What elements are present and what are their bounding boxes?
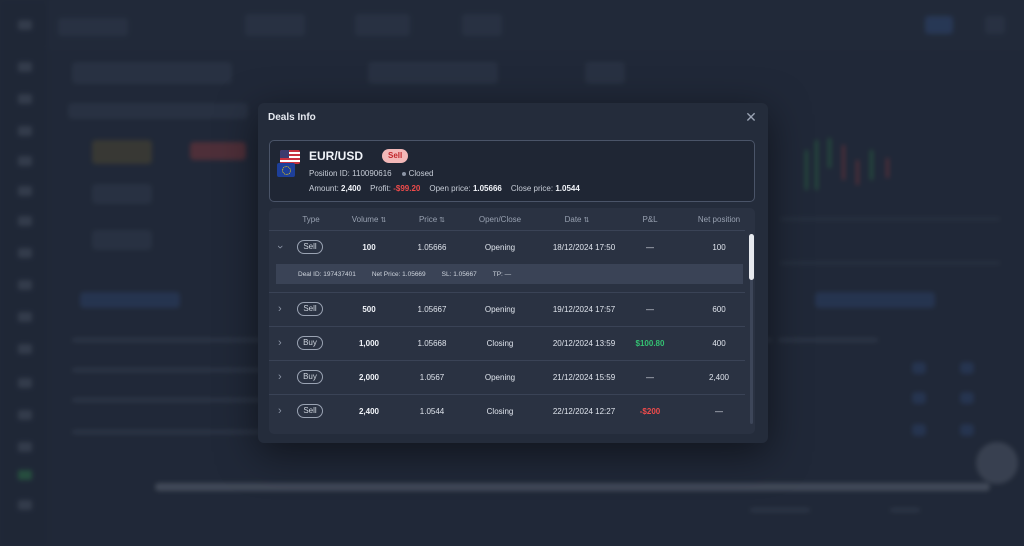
chevron-right-icon[interactable]: › (278, 405, 282, 417)
close-icon[interactable]: ✕ (744, 110, 758, 124)
type-pill: Sell (297, 404, 323, 418)
table-row[interactable]: › Buy 2,000 1.0567 Opening 21/12/2024 15… (269, 360, 745, 394)
cell-net-position: — (715, 407, 723, 416)
cell-date: 19/12/2024 17:57 (552, 305, 616, 314)
cell-net-position: 2,400 (708, 373, 730, 382)
type-pill: Sell (297, 240, 323, 254)
open-price: Open price: 1.05666 (429, 184, 502, 193)
cell-date: 20/12/2024 13:59 (552, 339, 616, 348)
cell-volume: 1,000 (358, 339, 380, 348)
cell-open-close: Opening (484, 305, 516, 314)
cell-net-position: 600 (712, 305, 726, 314)
type-pill: Buy (297, 336, 323, 350)
status-badge: Closed (401, 169, 434, 178)
cell-volume: 2,000 (358, 373, 380, 382)
cell-open-close: Closing (486, 407, 514, 416)
stop-loss: SL: 1.05667 (441, 270, 477, 278)
side-badge: Sell (382, 149, 409, 163)
currency-pair: EUR/USD (309, 149, 364, 163)
net-price: Net Price: 1.05669 (371, 270, 426, 278)
position-summary: EUR/USD Sell Position ID: 110090616 Clos… (269, 140, 755, 202)
cell-volume: 100 (362, 243, 376, 252)
cell-open-close: Opening (484, 373, 516, 382)
cell-date: 22/12/2024 12:27 (552, 407, 616, 416)
modal-header: Deals Info ✕ (258, 103, 768, 131)
chevron-right-icon[interactable]: › (278, 337, 282, 349)
deal-detail-row: Deal ID: 197437401 Net Price: 1.05669 SL… (276, 264, 743, 284)
deals-info-modal: Deals Info ✕ EUR/USD Sell Position ID: 1… (258, 103, 768, 443)
cell-date: 18/12/2024 17:50 (552, 243, 616, 252)
cell-pnl: $100.80 (635, 339, 665, 348)
position-values: Amount: 2,400 Profit: -$99.20 Open price… (309, 184, 580, 193)
position-id: Position ID: 110090616 (309, 169, 392, 178)
cell-pnl: — (646, 373, 654, 382)
take-profit: TP: — (492, 270, 512, 278)
amount: Amount: 2,400 (309, 184, 362, 193)
table-row[interactable]: › Buy 1,000 1.05668 Closing 20/12/2024 1… (269, 326, 745, 360)
eu-flag-icon (277, 163, 295, 177)
type-pill: Buy (297, 370, 323, 384)
sort-icon: ⇅ (439, 216, 446, 224)
cell-price: 1.0544 (419, 407, 445, 416)
position-meta: Position ID: 110090616 Closed (309, 169, 434, 178)
sort-icon: ⇅ (380, 216, 387, 224)
cell-price: 1.0567 (419, 373, 445, 382)
table-header: Type Volume ⇅ Price ⇅ Open/Close Date ⇅ P&L… (269, 208, 745, 230)
header-open-close: Open/Close (478, 214, 522, 224)
type-pill: Sell (297, 302, 323, 316)
cell-price: 1.05666 (417, 243, 447, 252)
chevron-right-icon[interactable]: › (274, 245, 286, 249)
cell-net-position: 100 (712, 243, 726, 252)
cell-open-close: Closing (486, 339, 514, 348)
chevron-right-icon[interactable]: › (278, 303, 282, 315)
header-type: Type (302, 214, 320, 224)
cell-pnl: — (646, 305, 654, 314)
close-price: Close price: 1.0544 (510, 184, 580, 193)
deals-table: Type Volume ⇅ Price ⇅ Open/Close Date ⇅ P&L… (269, 208, 755, 434)
profit: Profit: -$99.20 (370, 184, 421, 193)
table-row[interactable]: › Sell 2,400 1.0544 Closing 22/12/2024 1… (269, 394, 745, 428)
table-row[interactable]: › Sell 500 1.05667 Opening 19/12/2024 17… (269, 292, 745, 326)
cell-price: 1.05668 (417, 339, 447, 348)
status-dot-icon (401, 171, 406, 176)
cell-pnl: -$200 (639, 407, 661, 416)
cell-date: 21/12/2024 15:59 (552, 373, 616, 382)
cell-volume: 2,400 (358, 407, 380, 416)
cell-volume: 500 (362, 305, 376, 314)
header-price[interactable]: Price ⇅ (407, 215, 457, 224)
us-flag-icon (280, 150, 300, 164)
currency-pair-flags (277, 150, 303, 177)
header-volume[interactable]: Volume ⇅ (343, 215, 395, 224)
chevron-right-icon[interactable]: › (278, 371, 282, 383)
header-date[interactable]: Date ⇅ (547, 215, 607, 224)
cell-open-close: Opening (484, 243, 516, 252)
cell-net-position: 400 (712, 339, 726, 348)
table-scrollbar-thumb[interactable] (749, 234, 754, 280)
header-pnl: P&L (642, 214, 658, 224)
header-net-position: Net position (697, 214, 741, 224)
cell-price: 1.05667 (417, 305, 447, 314)
table-row[interactable]: › Sell 100 1.05666 Opening 18/12/2024 17… (269, 230, 745, 264)
sort-icon: ⇅ (583, 216, 590, 224)
deal-id: Deal ID: 197437401 (298, 270, 356, 278)
modal-title: Deals Info (268, 111, 316, 123)
cell-pnl: — (646, 243, 654, 252)
